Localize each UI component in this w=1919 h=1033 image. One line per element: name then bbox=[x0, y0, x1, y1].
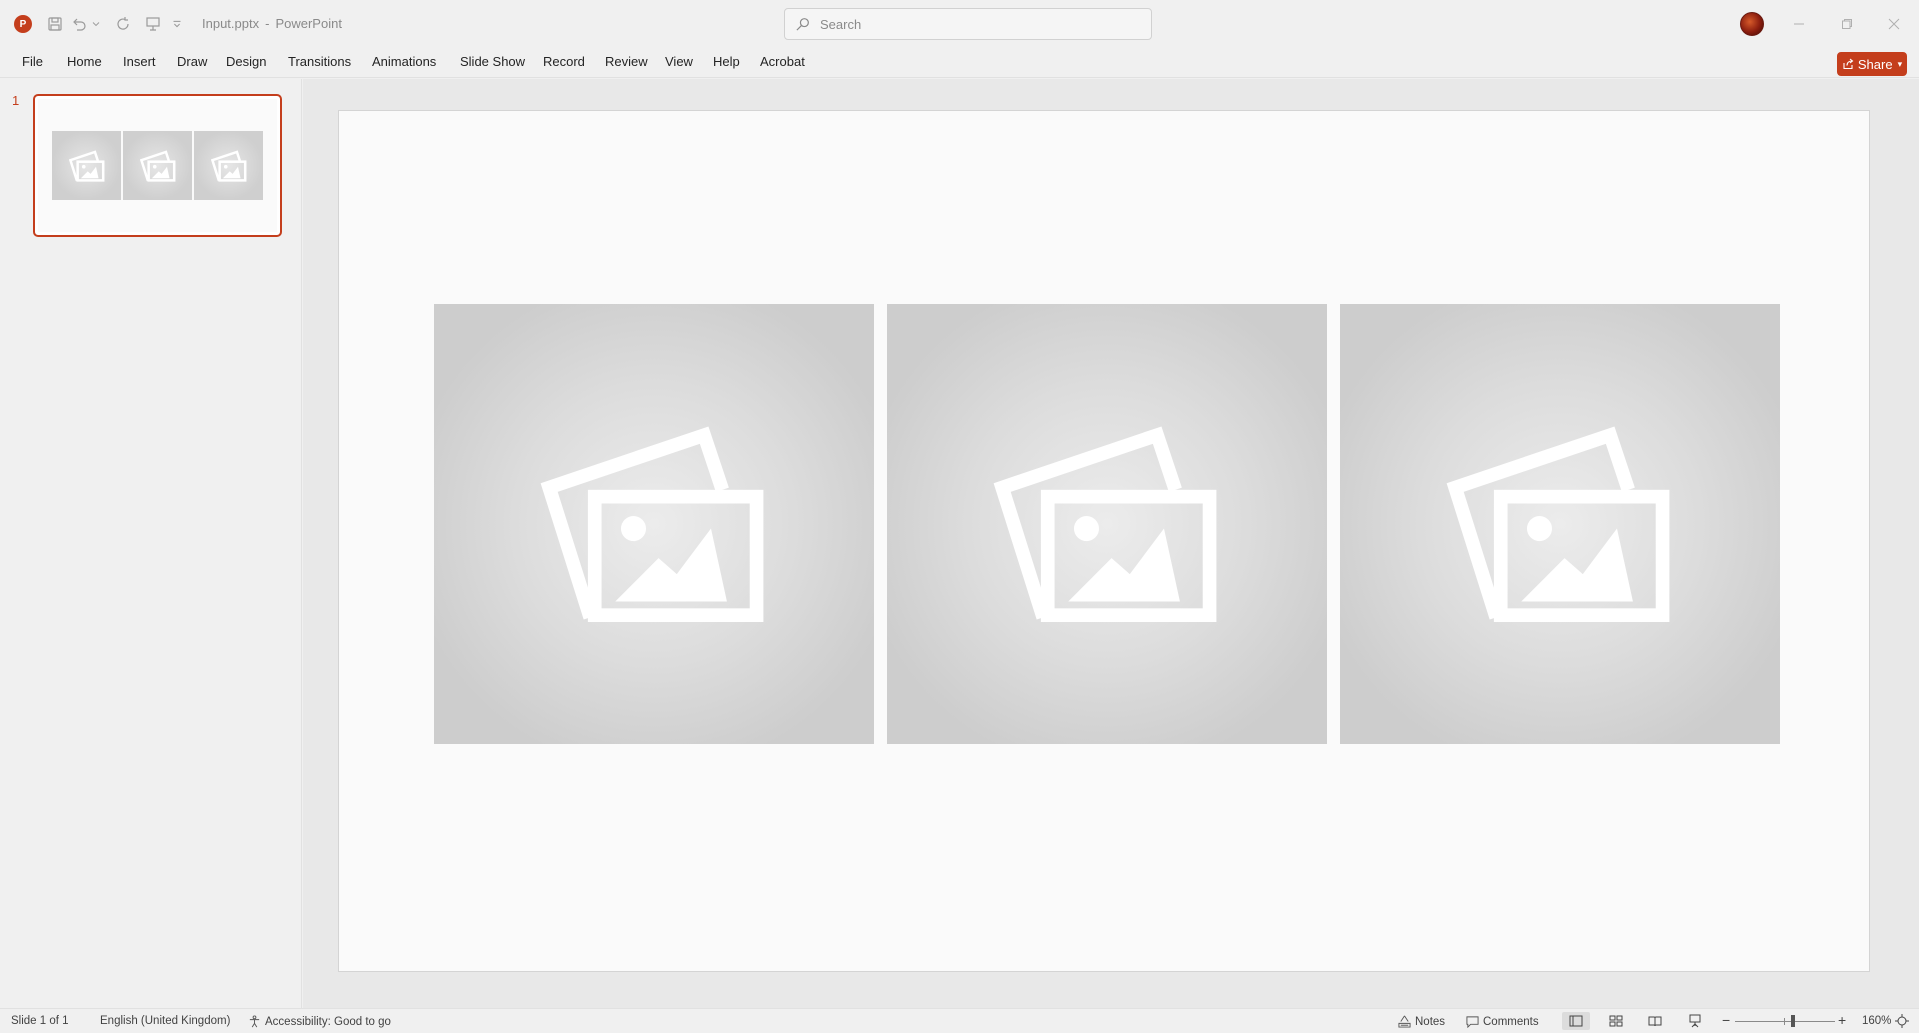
reading-view-icon bbox=[1648, 1016, 1662, 1027]
tab-slide-show[interactable]: Slide Show bbox=[460, 54, 525, 69]
tab-transitions[interactable]: Transitions bbox=[288, 54, 351, 69]
undo-button[interactable] bbox=[68, 13, 90, 35]
share-button[interactable]: Share ▾ bbox=[1837, 52, 1907, 76]
file-name: Input.pptx bbox=[202, 16, 260, 31]
title-separator: - bbox=[265, 16, 270, 31]
picture-placeholder-icon bbox=[139, 149, 175, 182]
present-from-beginning-button[interactable] bbox=[142, 13, 164, 35]
comments-icon bbox=[1466, 1016, 1479, 1028]
slide[interactable] bbox=[338, 110, 1870, 972]
ribbon-tabs: File Home Insert Draw Design Transitions… bbox=[0, 48, 1919, 78]
notes-label: Notes bbox=[1415, 1015, 1446, 1028]
powerpoint-logo-icon: P bbox=[14, 15, 32, 33]
picture-placeholder-icon bbox=[1446, 426, 1670, 622]
undo-dropdown-button[interactable] bbox=[90, 13, 102, 35]
status-bar: Slide 1 of 1 English (United Kingdom) Ac… bbox=[0, 1008, 1919, 1033]
save-button[interactable] bbox=[44, 13, 66, 35]
document-title: Input.pptx - PowerPoint bbox=[202, 16, 348, 31]
tab-design[interactable]: Design bbox=[226, 54, 266, 69]
slide-sorter-icon bbox=[1609, 1015, 1623, 1027]
normal-view-button[interactable] bbox=[1562, 1012, 1590, 1030]
zoom-out-button[interactable]: − bbox=[1722, 1012, 1730, 1028]
accessibility-icon bbox=[249, 1015, 260, 1028]
picture-placeholder-icon bbox=[68, 149, 104, 182]
language-indicator[interactable]: English (United Kingdom) bbox=[100, 1015, 230, 1027]
slide-show-icon bbox=[1689, 1014, 1701, 1028]
zoom-in-button[interactable]: + bbox=[1838, 1012, 1846, 1028]
zoom-slider-handle[interactable] bbox=[1791, 1015, 1795, 1027]
undo-icon bbox=[73, 18, 86, 31]
save-icon bbox=[48, 17, 62, 31]
notes-button[interactable]: Notes bbox=[1398, 1015, 1445, 1028]
tab-view[interactable]: View bbox=[665, 54, 693, 69]
avatar[interactable] bbox=[1740, 12, 1764, 36]
minimize-icon bbox=[1794, 23, 1804, 25]
picture-placeholder-icon bbox=[540, 426, 764, 622]
zoom-slider-midpoint bbox=[1784, 1018, 1785, 1025]
search-input[interactable] bbox=[820, 16, 1120, 32]
customize-qat-button[interactable] bbox=[170, 13, 184, 35]
share-dropdown-icon[interactable]: ▾ bbox=[1898, 59, 1903, 70]
accessibility-checker[interactable]: Accessibility: Good to go bbox=[248, 1015, 391, 1028]
slide-counter: Slide 1 of 1 bbox=[11, 1015, 69, 1027]
minimize-button[interactable] bbox=[1779, 6, 1819, 42]
share-icon bbox=[1843, 58, 1854, 70]
tab-review[interactable]: Review bbox=[605, 54, 648, 69]
picture-placeholder-icon bbox=[993, 426, 1217, 622]
tab-home[interactable]: Home bbox=[67, 54, 102, 69]
redo-button[interactable] bbox=[112, 13, 134, 35]
reading-view-button[interactable] bbox=[1641, 1012, 1669, 1030]
slide-sorter-view-button[interactable] bbox=[1602, 1012, 1630, 1030]
slide-thumbnail[interactable] bbox=[33, 94, 282, 237]
picture-placeholder-2[interactable] bbox=[887, 304, 1327, 744]
tab-insert[interactable]: Insert bbox=[123, 54, 156, 69]
thumbnail-placeholder-3 bbox=[194, 131, 263, 200]
notes-icon bbox=[1398, 1015, 1411, 1028]
tab-help[interactable]: Help bbox=[713, 54, 740, 69]
thumbnail-placeholder-2 bbox=[123, 131, 192, 200]
restore-icon bbox=[1842, 19, 1852, 29]
thumbnail-placeholder-1 bbox=[52, 131, 121, 200]
slide-editing-canvas bbox=[303, 79, 1919, 1008]
share-label: Share bbox=[1857, 56, 1893, 72]
tab-file[interactable]: File bbox=[22, 54, 43, 69]
redo-icon bbox=[117, 17, 129, 30]
picture-placeholder-3[interactable] bbox=[1340, 304, 1780, 744]
restore-button[interactable] bbox=[1827, 6, 1867, 42]
thumbnail-number: 1 bbox=[12, 93, 20, 108]
slide-show-view-button[interactable] bbox=[1681, 1012, 1709, 1030]
picture-placeholder-1[interactable] bbox=[434, 304, 874, 744]
normal-view-icon bbox=[1569, 1015, 1583, 1027]
tab-acrobat[interactable]: Acrobat bbox=[760, 54, 805, 69]
presentation-icon bbox=[146, 17, 160, 31]
tab-record[interactable]: Record bbox=[543, 54, 585, 69]
close-icon bbox=[1888, 18, 1900, 30]
tab-animations[interactable]: Animations bbox=[372, 54, 436, 69]
fit-slide-button[interactable] bbox=[1892, 1012, 1912, 1030]
slide-thumbnail-pane: 1 bbox=[0, 79, 302, 1008]
search-icon bbox=[796, 17, 809, 31]
chevron-down-icon bbox=[92, 22, 100, 27]
title-bar: P Input.pptx - PowerPoint bbox=[0, 0, 1919, 48]
close-button[interactable] bbox=[1874, 6, 1914, 42]
picture-placeholder-icon bbox=[210, 149, 246, 182]
zoom-slider-track[interactable] bbox=[1735, 1021, 1835, 1022]
tab-draw[interactable]: Draw bbox=[177, 54, 207, 69]
zoom-level[interactable]: 160% bbox=[1862, 1015, 1891, 1027]
thumbnail-slide-preview bbox=[38, 99, 277, 232]
customize-icon bbox=[173, 20, 181, 28]
search-box[interactable] bbox=[784, 8, 1152, 40]
app-name: PowerPoint bbox=[275, 16, 342, 31]
comments-label: Comments bbox=[1483, 1015, 1539, 1028]
fit-to-window-icon bbox=[1895, 1014, 1909, 1028]
comments-button[interactable]: Comments bbox=[1466, 1015, 1539, 1028]
accessibility-label: Accessibility: Good to go bbox=[265, 1015, 391, 1028]
